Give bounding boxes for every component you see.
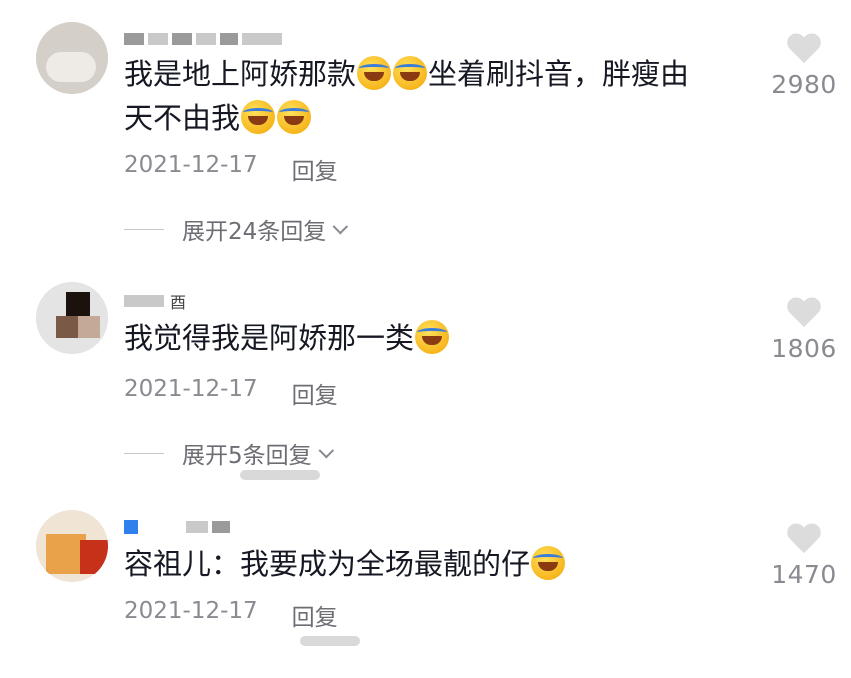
expand-replies-label: 展开24条回复	[182, 219, 327, 245]
comment-date: 2021-12-17	[124, 152, 258, 178]
username[interactable]	[124, 30, 282, 48]
expand-replies-button[interactable]: 展开5条回复	[124, 436, 334, 470]
comment-text-part: 坐着刷抖音，胖瘦由	[428, 57, 690, 91]
reply-button[interactable]: 回复	[292, 376, 338, 410]
laughing-crying-emoji-icon	[415, 320, 450, 354]
avatar[interactable]	[36, 510, 108, 582]
blurred-overlay	[300, 636, 360, 646]
comment-text-part: 天不由我	[124, 101, 241, 135]
reply-button[interactable]: 回复	[292, 152, 338, 186]
username-text: 酉	[170, 293, 187, 312]
heart-icon[interactable]	[786, 34, 822, 66]
crying-emoji-icon	[241, 100, 276, 134]
chevron-down-icon	[318, 442, 334, 458]
chevron-down-icon	[332, 218, 349, 234]
crying-emoji-icon	[277, 100, 312, 134]
comment-text: 容祖儿：我要成为全场最靓的仔	[124, 542, 754, 586]
expand-replies-button[interactable]: 展开24条回复	[124, 212, 349, 246]
comment-text-part: 我觉得我是阿娇那一类	[124, 321, 415, 355]
avatar[interactable]	[36, 282, 108, 354]
comment-text: 我觉得我是阿娇那一类	[124, 316, 754, 360]
heart-icon[interactable]	[786, 524, 822, 556]
laughing-crying-emoji-icon	[531, 546, 566, 580]
comment-text: 我是地上阿娇那款 坐着刷抖音，胖瘦由 天不由我	[124, 52, 754, 140]
like-button[interactable]: 1806	[764, 298, 844, 363]
username[interactable]	[124, 518, 230, 536]
blurred-overlay	[240, 470, 320, 480]
laughing-crying-emoji-icon	[393, 56, 428, 90]
like-count: 1470	[771, 560, 837, 589]
comment-date: 2021-12-17	[124, 598, 258, 624]
comment-date: 2021-12-17	[124, 376, 258, 402]
avatar[interactable]	[36, 22, 108, 94]
username[interactable]: 酉	[124, 292, 187, 312]
like-button[interactable]: 1470	[764, 524, 844, 589]
comment-meta: 2021-12-17 回复	[124, 376, 338, 410]
divider-line	[124, 452, 164, 454]
like-button[interactable]: 2980	[764, 34, 844, 99]
expand-replies-label: 展开5条回复	[182, 443, 312, 469]
comment-meta: 2021-12-17 回复	[124, 152, 338, 186]
comment-text-part: 容祖儿：我要成为全场最靓的仔	[124, 547, 531, 581]
comment-meta: 2021-12-17 回复	[124, 598, 338, 632]
laughing-crying-emoji-icon	[357, 56, 392, 90]
like-count: 1806	[771, 334, 837, 363]
divider-line	[124, 228, 164, 230]
reply-button[interactable]: 回复	[292, 598, 338, 632]
comment-text-part: 我是地上阿娇那款	[124, 57, 357, 91]
like-count: 2980	[771, 70, 837, 99]
heart-icon[interactable]	[786, 298, 822, 330]
